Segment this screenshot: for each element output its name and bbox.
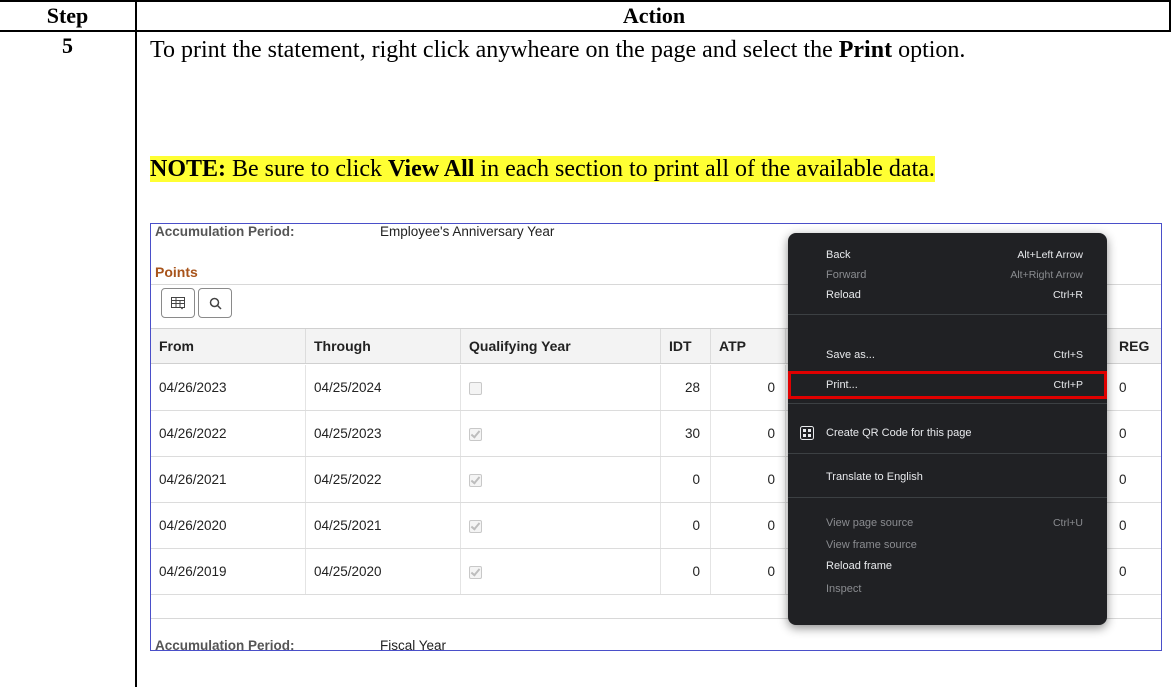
shortcut-label: Ctrl+U <box>1052 517 1083 529</box>
cell-atp: 0 <box>711 503 786 548</box>
column-header-qualifying-year[interactable]: Qualifying Year <box>461 329 661 363</box>
menu-separator <box>788 403 1107 404</box>
column-header-from[interactable]: From <box>151 329 306 363</box>
action-column-header: Action <box>622 3 686 28</box>
cell-from: 04/26/2020 <box>151 503 306 548</box>
qualifying-year-checkbox[interactable] <box>469 381 482 395</box>
accumulation-period-value: Fiscal Year <box>380 638 447 651</box>
shortcut-label: Ctrl+S <box>1053 349 1083 361</box>
cell-atp: 0 <box>711 549 786 594</box>
cell-reg: 0 <box>1119 564 1127 579</box>
column-divider <box>135 0 137 687</box>
qualifying-year-checkbox[interactable] <box>469 427 482 441</box>
qr-code-icon <box>800 426 814 440</box>
cell-from: 04/26/2022 <box>151 411 306 456</box>
search-button[interactable] <box>198 288 232 318</box>
cell-from: 04/26/2021 <box>151 457 306 502</box>
shortcut-label: Ctrl+R <box>1052 289 1083 301</box>
menu-item-reload[interactable]: Reload Ctrl+R <box>788 283 1107 307</box>
cell-through: 04/25/2023 <box>306 411 461 456</box>
cell-idt: 28 <box>661 365 711 410</box>
accumulation-period-label: Accumulation Period: <box>155 638 295 651</box>
column-header-idt[interactable]: IDT <box>661 329 711 363</box>
procedure-step-table: Step Action 5 To print the statement, ri… <box>0 0 1171 687</box>
qualifying-year-checkbox[interactable] <box>469 519 482 533</box>
column-header-atp[interactable]: ATP <box>711 329 786 363</box>
cell-atp: 0 <box>711 457 786 502</box>
accumulation-period-label: Accumulation Period: <box>155 224 295 239</box>
cell-idt: 30 <box>661 411 711 456</box>
cell-through: 04/25/2021 <box>306 503 461 548</box>
step-column-header: Step <box>46 3 89 28</box>
cell-from: 04/26/2023 <box>151 365 306 410</box>
search-icon <box>209 297 222 310</box>
grid-settings-icon <box>171 296 185 309</box>
cell-idt: 0 <box>661 503 711 548</box>
menu-separator <box>788 497 1107 498</box>
embedded-screenshot: Accumulation Period: Employee's Annivers… <box>150 223 1162 651</box>
menu-separator <box>788 453 1107 454</box>
cell-qualifying <box>461 411 661 456</box>
step-number: 5 <box>62 33 73 58</box>
column-header-reg[interactable]: REG <box>1111 329 1161 363</box>
instruction-text: To print the statement, right click anyw… <box>150 37 966 63</box>
menu-separator <box>788 314 1107 315</box>
header-bottom-border <box>0 30 1171 32</box>
cell-through: 04/25/2020 <box>306 549 461 594</box>
cell-qualifying <box>461 503 661 548</box>
column-header-through[interactable]: Through <box>306 329 461 363</box>
qualifying-year-checkbox[interactable] <box>469 565 482 579</box>
print-keyword: Print <box>838 37 893 63</box>
note-text: NOTE: Be sure to click View All in each … <box>150 156 935 182</box>
menu-item-inspect[interactable]: Inspect <box>788 577 1107 601</box>
points-section-title: Points <box>155 264 198 280</box>
browser-context-menu: Back Alt+Left Arrow Forward Alt+Right Arro… <box>788 233 1107 625</box>
cell-atp: 0 <box>711 411 786 456</box>
grid-settings-button[interactable] <box>161 288 195 318</box>
cell-reg: 0 <box>1119 518 1127 533</box>
menu-item-save-as[interactable]: Save as... Ctrl+S <box>788 343 1107 367</box>
cell-qualifying <box>461 365 661 410</box>
cell-qualifying <box>461 549 661 594</box>
cell-qualifying <box>461 457 661 502</box>
cell-atp: 0 <box>711 365 786 410</box>
cell-through: 04/25/2024 <box>306 365 461 410</box>
cell-reg: 0 <box>1119 472 1127 487</box>
cell-from: 04/26/2019 <box>151 549 306 594</box>
menu-item-create-qr-code[interactable]: Create QR Code for this page <box>788 421 1107 445</box>
menu-item-translate[interactable]: Translate to English <box>788 465 1107 489</box>
qualifying-year-checkbox[interactable] <box>469 473 482 487</box>
cell-through: 04/25/2022 <box>306 457 461 502</box>
note-label: NOTE: <box>150 156 227 182</box>
menu-item-view-page-source[interactable]: View page source Ctrl+U <box>788 511 1107 535</box>
view-all-keyword: View All <box>387 156 475 182</box>
cell-reg: 0 <box>1119 426 1127 441</box>
accumulation-period-value: Employee's Anniversary Year <box>380 224 555 239</box>
cell-reg: 0 <box>1119 380 1127 395</box>
cell-idt: 0 <box>661 549 711 594</box>
menu-item-reload-frame[interactable]: Reload frame <box>788 554 1107 578</box>
cell-idt: 0 <box>661 457 711 502</box>
print-highlight-box <box>788 371 1107 399</box>
